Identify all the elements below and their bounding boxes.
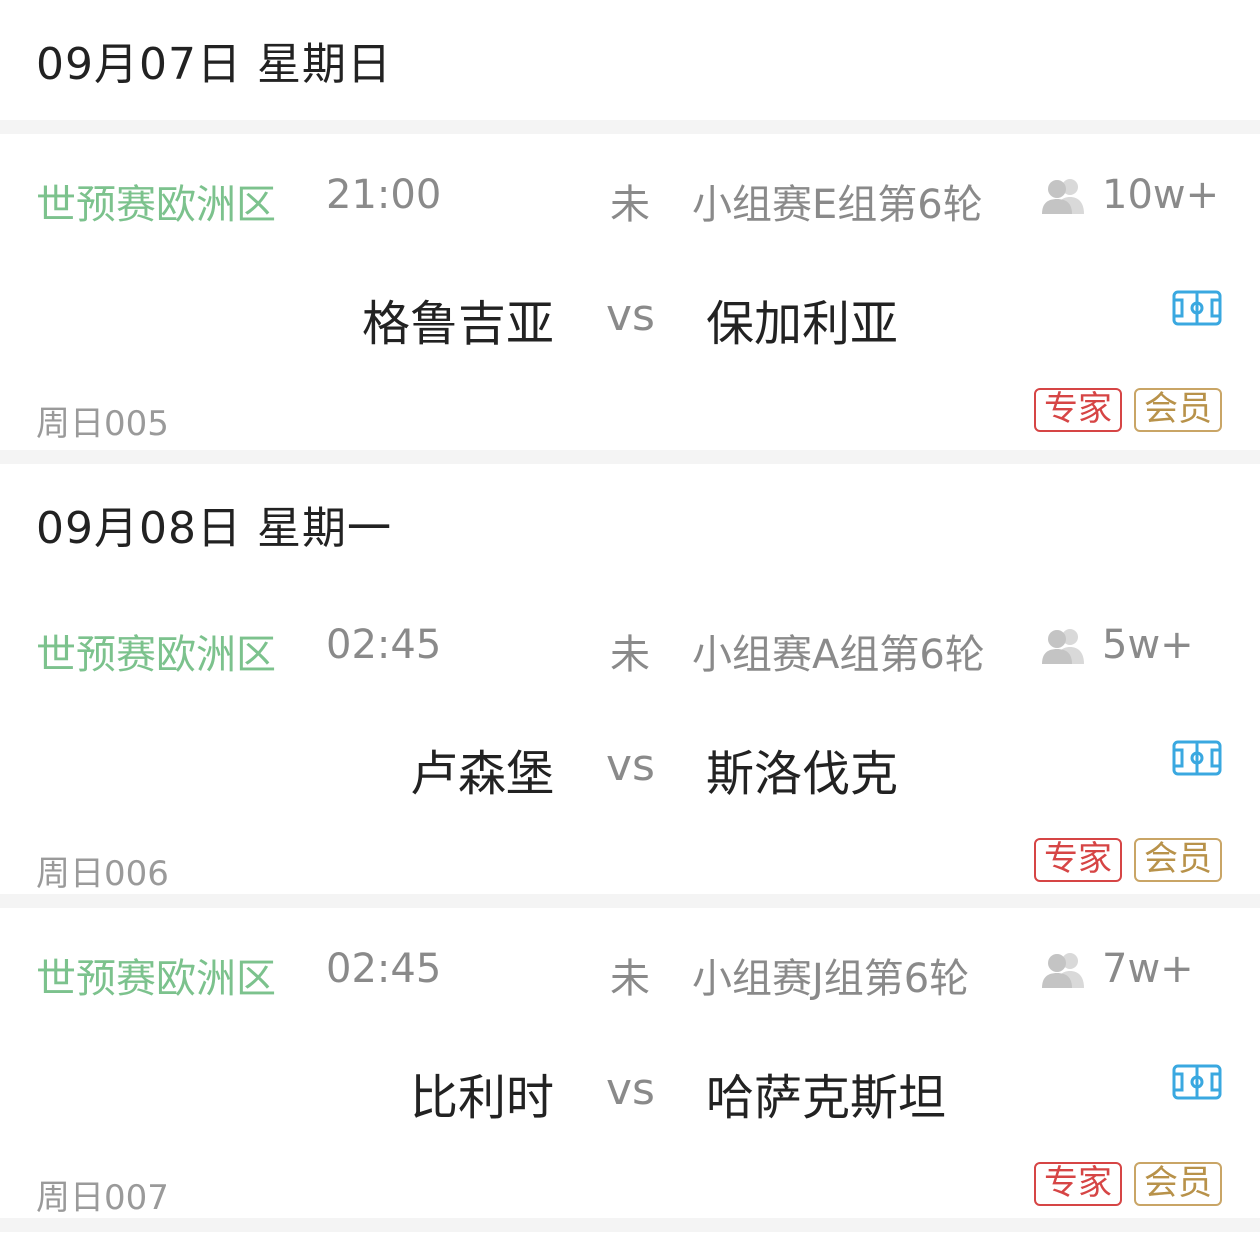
match-status: 未 [610, 956, 650, 1002]
home-team[interactable]: 格鲁吉亚 [362, 284, 554, 354]
teams-row: 格鲁吉亚 vs 保加利亚 [0, 284, 1260, 354]
match-code: 周日005 [36, 404, 169, 444]
member-tag[interactable]: 会员 [1134, 838, 1222, 882]
divider [0, 1218, 1260, 1232]
match-card[interactable]: 世预赛欧洲区 02:45 未 小组赛J组第6轮 7w+ 比利时 vs 哈萨克斯坦 [0, 908, 1260, 1218]
divider [0, 450, 1260, 464]
match-round: 小组赛J组第6轮 [692, 956, 970, 1002]
football-field-icon[interactable] [1172, 1064, 1222, 1100]
match-round: 小组赛E组第6轮 [692, 182, 983, 228]
match-heat: 10w+ [1102, 172, 1220, 218]
match-round: 小组赛A组第6轮 [692, 632, 985, 678]
match-info-row: 世预赛欧洲区 21:00 未 小组赛E组第6轮 10w+ [0, 134, 1260, 254]
match-code: 周日006 [36, 854, 169, 894]
away-team[interactable]: 保加利亚 [706, 284, 898, 354]
divider [0, 894, 1260, 908]
match-time: 02:45 [326, 946, 442, 992]
vs-label: vs [606, 290, 655, 341]
expert-tag[interactable]: 专家 [1034, 388, 1122, 432]
people-icon [1042, 953, 1084, 988]
member-tag[interactable]: 会员 [1134, 388, 1222, 432]
member-tag[interactable]: 会员 [1134, 1162, 1222, 1206]
home-team[interactable]: 比利时 [410, 1058, 554, 1128]
vs-label: vs [606, 1064, 655, 1115]
away-team[interactable]: 斯洛伐克 [706, 734, 898, 804]
home-team[interactable]: 卢森堡 [410, 734, 554, 804]
match-time: 02:45 [326, 622, 442, 668]
match-heat: 5w+ [1102, 622, 1194, 668]
people-icon [1042, 629, 1084, 664]
expert-tag[interactable]: 专家 [1034, 1162, 1122, 1206]
match-card[interactable]: 世预赛欧洲区 21:00 未 小组赛E组第6轮 10w+ 格鲁吉亚 vs 保加利… [0, 134, 1260, 450]
football-field-icon[interactable] [1172, 740, 1222, 776]
league-name[interactable]: 世预赛欧洲区 [36, 172, 276, 230]
teams-row: 比利时 vs 哈萨克斯坦 [0, 1058, 1260, 1128]
match-list-page: 09月07日 星期日 世预赛欧洲区 21:00 未 小组赛E组第6轮 10w+ … [0, 0, 1260, 1256]
teams-row: 卢森堡 vs 斯洛伐克 [0, 734, 1260, 804]
match-code: 周日007 [36, 1178, 169, 1218]
match-info-row: 世预赛欧洲区 02:45 未 小组赛J组第6轮 7w+ [0, 908, 1260, 1028]
date-label: 09月07日 星期日 [36, 39, 392, 90]
match-info-row: 世预赛欧洲区 02:45 未 小组赛A组第6轮 5w+ [0, 584, 1260, 704]
match-status: 未 [610, 632, 650, 678]
match-time: 21:00 [326, 172, 442, 218]
league-name[interactable]: 世预赛欧洲区 [36, 946, 276, 1004]
football-field-icon[interactable] [1172, 290, 1222, 326]
date-header: 09月07日 星期日 [0, 0, 1260, 120]
date-label: 09月08日 星期一 [36, 503, 392, 554]
vs-label: vs [606, 740, 655, 791]
match-card[interactable]: 世预赛欧洲区 02:45 未 小组赛A组第6轮 5w+ 卢森堡 vs 斯洛伐克 [0, 584, 1260, 894]
match-heat: 7w+ [1102, 946, 1194, 992]
away-team[interactable]: 哈萨克斯坦 [706, 1058, 946, 1128]
date-header: 09月08日 星期一 [0, 464, 1260, 584]
match-status: 未 [610, 182, 650, 228]
league-name[interactable]: 世预赛欧洲区 [36, 622, 276, 680]
expert-tag[interactable]: 专家 [1034, 838, 1122, 882]
divider [0, 120, 1260, 134]
people-icon [1042, 179, 1084, 214]
